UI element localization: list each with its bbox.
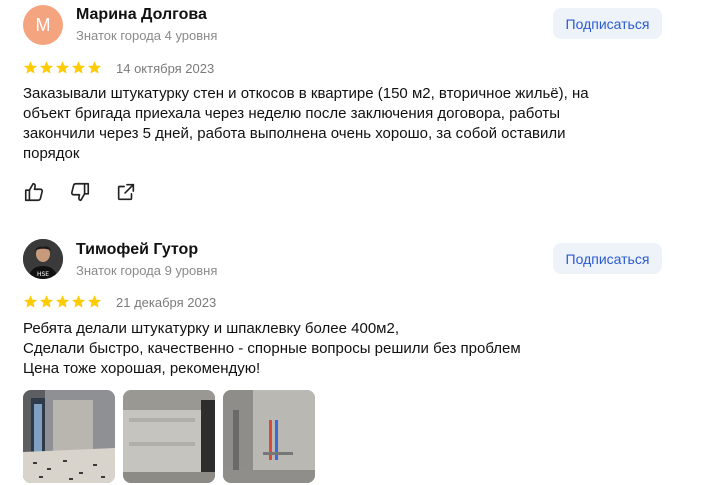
subscribe-button[interactable]: Подписаться <box>553 243 662 274</box>
share-icon[interactable] <box>115 181 137 203</box>
review-card: М Марина Долгова Знаток города 4 уровня … <box>0 0 709 230</box>
subscribe-button[interactable]: Подписаться <box>553 8 662 39</box>
avatar-photo-icon: HSE <box>23 239 63 279</box>
rating-stars <box>23 60 102 75</box>
star-icon <box>40 61 53 74</box>
review-text: Ребята делали штукатурку и шпаклевку бол… <box>23 320 521 377</box>
review-photo[interactable] <box>223 390 315 483</box>
author-level: Знаток города 9 уровня <box>76 263 218 278</box>
avatar[interactable]: М <box>23 5 63 45</box>
review-actions <box>23 181 137 203</box>
star-icon <box>88 61 101 74</box>
review-photo[interactable] <box>23 390 115 483</box>
review-date: 14 октября 2023 <box>116 61 215 76</box>
star-icon <box>40 295 53 308</box>
author-name[interactable]: Марина Долгова <box>76 6 207 24</box>
star-icon <box>24 295 37 308</box>
author-name[interactable]: Тимофей Гутор <box>76 241 198 259</box>
review-photos <box>23 390 315 483</box>
star-icon <box>72 61 85 74</box>
author-level: Знаток города 4 уровня <box>76 28 218 43</box>
star-icon <box>24 61 37 74</box>
avatar-badge: HSE <box>37 271 49 278</box>
like-icon[interactable] <box>23 181 45 203</box>
star-icon <box>56 295 69 308</box>
review-text: Заказывали штукатурку стен и откосов в к… <box>23 85 589 162</box>
review-card: HSE Тимофей Гутор Знаток города 9 уровня… <box>0 235 709 485</box>
star-icon <box>56 61 69 74</box>
rating-stars <box>23 294 102 309</box>
review-date: 21 декабря 2023 <box>116 295 217 310</box>
avatar[interactable]: HSE <box>23 239 63 279</box>
review-photo[interactable] <box>123 390 215 483</box>
star-icon <box>88 295 101 308</box>
star-icon <box>72 295 85 308</box>
dislike-icon[interactable] <box>69 181 91 203</box>
